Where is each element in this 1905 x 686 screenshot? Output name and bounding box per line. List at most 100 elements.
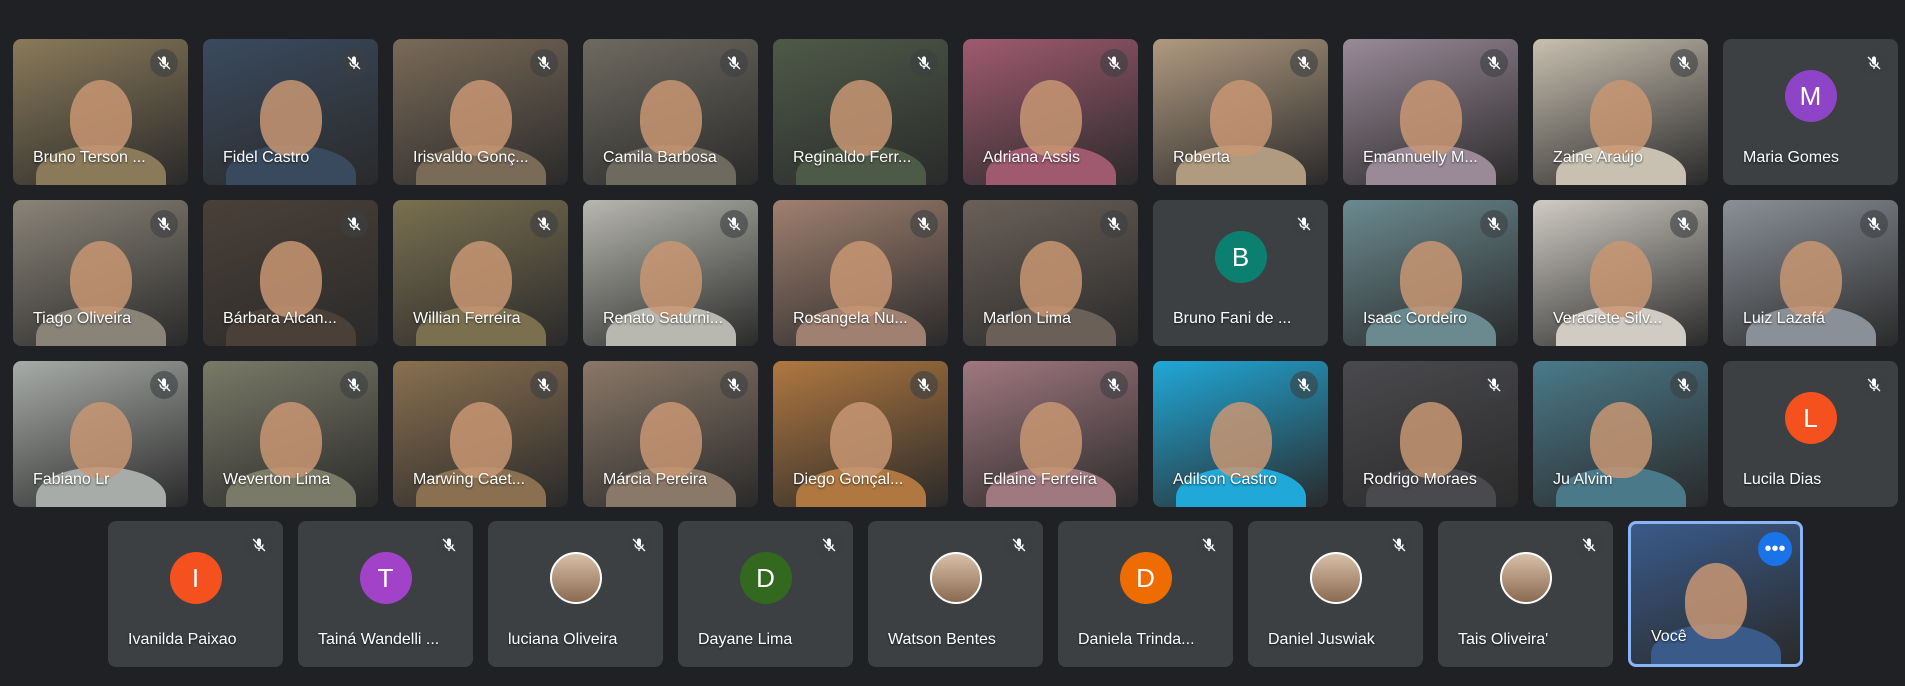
mic-off-icon — [815, 531, 843, 559]
participant-name: Roberta — [1173, 149, 1230, 166]
participant-tile[interactable]: Renato Saturni... — [583, 200, 758, 346]
participant-name: Tais Oliveira' — [1458, 631, 1549, 648]
participant-video — [1209, 79, 1272, 156]
mic-off-icon — [910, 371, 938, 399]
mic-off-icon — [720, 49, 748, 77]
participant-tile[interactable]: Luiz Lazafá — [1723, 200, 1898, 346]
participant-video — [829, 79, 892, 156]
participant-video — [1589, 401, 1652, 478]
participant-video — [639, 79, 702, 156]
participant-name: Bruno Fani de ... — [1173, 310, 1292, 327]
participant-tile[interactable]: Zaine Araújo — [1533, 39, 1708, 185]
participant-tile[interactable]: Fabiano Lr — [13, 361, 188, 507]
participant-video — [1399, 240, 1462, 317]
mic-off-icon — [340, 210, 368, 238]
self-tile[interactable]: ••• Você — [1628, 521, 1803, 667]
mic-off-icon — [1670, 371, 1698, 399]
participant-tile[interactable]: Veraciete Silv... — [1533, 200, 1708, 346]
mic-off-icon — [720, 371, 748, 399]
participant-tile[interactable]: L Lucila Dias — [1723, 361, 1898, 507]
participant-tile[interactable]: luciana Oliveira — [488, 521, 663, 667]
participant-name: Marwing Caet... — [413, 471, 526, 488]
mic-off-icon — [1100, 371, 1128, 399]
participant-tile[interactable]: Emannuelly M... — [1343, 39, 1518, 185]
participant-tile[interactable]: Adriana Assis — [963, 39, 1138, 185]
participant-name: Willian Ferreira — [413, 310, 521, 327]
participant-video — [69, 401, 132, 478]
mic-off-icon — [1860, 49, 1888, 77]
participant-tile[interactable]: Daniel Juswiak — [1248, 521, 1423, 667]
participant-tile[interactable]: Reginaldo Ferr... — [773, 39, 948, 185]
participant-tile[interactable]: Bruno Terson ... — [13, 39, 188, 185]
participant-tile[interactable]: Isaac Cordeiro — [1343, 200, 1518, 346]
participant-tile[interactable]: Weverton Lima — [203, 361, 378, 507]
participant-tile[interactable]: Diego Gonçal... — [773, 361, 948, 507]
participant-video — [449, 79, 512, 156]
mic-off-icon — [530, 210, 558, 238]
participant-name: Fidel Castro — [223, 149, 310, 166]
avatar: I — [169, 552, 222, 604]
mic-off-icon — [340, 49, 368, 77]
participant-grid: Bruno Terson ... Fidel Castro Irisvaldo Go… — [13, 39, 1898, 507]
participant-name: Rodrigo Moraes — [1363, 471, 1477, 488]
avatar — [549, 552, 602, 604]
participant-name: Rosangela Nu... — [793, 310, 908, 327]
mic-off-icon — [340, 371, 368, 399]
participant-name: Weverton Lima — [223, 471, 331, 488]
participant-name: Irisvaldo Gonç... — [413, 149, 529, 166]
participant-tile[interactable]: Roberta — [1153, 39, 1328, 185]
participant-row-bottom: I Ivanilda Paixao T Tainá Wandelli ... lucia… — [108, 521, 1803, 667]
mic-off-icon — [910, 210, 938, 238]
participant-tile[interactable]: Edlaine Ferreira — [963, 361, 1138, 507]
participant-video — [829, 401, 892, 478]
participant-video — [69, 79, 132, 156]
participant-tile[interactable]: Márcia Pereira — [583, 361, 758, 507]
participant-tile[interactable]: Rosangela Nu... — [773, 200, 948, 346]
participant-video — [639, 401, 702, 478]
participant-name: Maria Gomes — [1743, 149, 1840, 166]
participant-tile[interactable]: Irisvaldo Gonç... — [393, 39, 568, 185]
mic-off-icon — [1290, 371, 1318, 399]
participant-video — [1209, 401, 1272, 478]
mic-off-icon — [1100, 49, 1128, 77]
participant-name: Diego Gonçal... — [793, 471, 904, 488]
avatar — [929, 552, 982, 604]
participant-name: Renato Saturni... — [603, 310, 724, 327]
more-options-button[interactable]: ••• — [1758, 532, 1792, 566]
participant-tile[interactable]: M Maria Gomes — [1723, 39, 1898, 185]
participant-tile[interactable]: Adilson Castro — [1153, 361, 1328, 507]
participant-name: Tiago Oliveira — [33, 310, 132, 327]
participant-name: Watson Bentes — [888, 631, 996, 648]
participant-tile[interactable]: Bárbara Alcan... — [203, 200, 378, 346]
participant-name: Ju Alvim — [1553, 471, 1613, 488]
participant-tile[interactable]: D Daniela Trinda... — [1058, 521, 1233, 667]
avatar: T — [359, 552, 412, 604]
participant-tile[interactable]: Tais Oliveira' — [1438, 521, 1613, 667]
mic-off-icon — [1670, 210, 1698, 238]
mic-off-icon — [435, 531, 463, 559]
participant-tile[interactable]: Watson Bentes — [868, 521, 1043, 667]
participant-video — [1019, 79, 1082, 156]
participant-tile[interactable]: T Tainá Wandelli ... — [298, 521, 473, 667]
participant-tile[interactable]: Ju Alvim — [1533, 361, 1708, 507]
avatar: L — [1784, 392, 1837, 444]
participant-name: Lucila Dias — [1743, 471, 1822, 488]
mic-off-icon — [1480, 371, 1508, 399]
participant-name: Camila Barbosa — [603, 149, 717, 166]
participant-tile[interactable]: B Bruno Fani de ... — [1153, 200, 1328, 346]
participant-tile[interactable]: Marlon Lima — [963, 200, 1138, 346]
participant-tile[interactable]: D Dayane Lima — [678, 521, 853, 667]
participant-video — [829, 240, 892, 317]
participant-tile[interactable]: Camila Barbosa — [583, 39, 758, 185]
participant-video — [259, 401, 322, 478]
mic-off-icon — [150, 49, 178, 77]
participant-video — [69, 240, 132, 317]
avatar — [1499, 552, 1552, 604]
participant-tile[interactable]: Willian Ferreira — [393, 200, 568, 346]
participant-tile[interactable]: Tiago Oliveira — [13, 200, 188, 346]
participant-tile[interactable]: Fidel Castro — [203, 39, 378, 185]
participant-tile[interactable]: I Ivanilda Paixao — [108, 521, 283, 667]
participant-tile[interactable]: Rodrigo Moraes — [1343, 361, 1518, 507]
participant-tile[interactable]: Marwing Caet... — [393, 361, 568, 507]
mic-off-icon — [1860, 371, 1888, 399]
